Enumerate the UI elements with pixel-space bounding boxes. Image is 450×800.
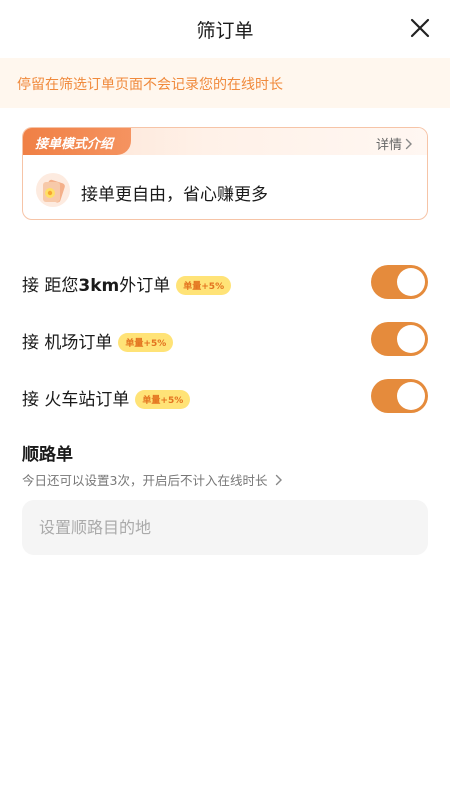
option-label: 接 火车站订单 单量+5% xyxy=(22,385,191,410)
header: 筛订单 xyxy=(0,0,450,58)
toggle-knob xyxy=(397,382,425,410)
route-destination-input[interactable] xyxy=(22,500,428,555)
order-mode-icon xyxy=(35,172,71,208)
details-label: 详情 xyxy=(375,138,402,153)
toggle-knob xyxy=(397,268,425,296)
option-label: 接 距您3km外订单 单量+5% xyxy=(22,271,232,296)
option-row-distance: 接 距您3km外订单 单量+5% xyxy=(22,265,428,299)
order-boost-badge: 单量+5% xyxy=(176,276,232,295)
option-row-train-station: 接 火车站订单 单量+5% xyxy=(22,379,428,413)
card-tag: 接单模式介绍 xyxy=(23,128,131,155)
route-order-subtitle[interactable]: 今日还可以设置3次，开启后不计入在线时长 xyxy=(22,470,283,489)
order-mode-card: 接单模式介绍 详情 接单更自由，省心赚更多 xyxy=(22,127,428,220)
card-tag-label: 接单模式介绍 xyxy=(35,137,114,152)
order-boost-badge: 单量+5% xyxy=(118,333,174,352)
option-row-airport: 接 机场订单 单量+5% xyxy=(22,322,428,356)
details-link[interactable]: 详情 xyxy=(376,134,413,154)
notice-text: 停留在筛选订单页面不会记录您的在线时长 xyxy=(17,77,283,93)
toggle-airport-orders[interactable] xyxy=(371,322,428,356)
option-label: 接 机场订单 单量+5% xyxy=(22,328,174,353)
toggle-knob xyxy=(397,325,425,353)
chevron-right-icon xyxy=(405,138,413,154)
card-text: 接单更自由，省心赚更多 xyxy=(81,185,268,205)
toggle-distance-orders[interactable] xyxy=(371,265,428,299)
route-order-title: 顺路单 xyxy=(22,445,73,465)
order-boost-badge: 单量+5% xyxy=(135,390,191,409)
chevron-right-icon xyxy=(275,474,283,489)
notice-banner: 停留在筛选订单页面不会记录您的在线时长 xyxy=(0,58,450,108)
page-title: 筛订单 xyxy=(196,20,254,42)
close-icon[interactable] xyxy=(408,16,432,40)
toggle-train-station-orders[interactable] xyxy=(371,379,428,413)
